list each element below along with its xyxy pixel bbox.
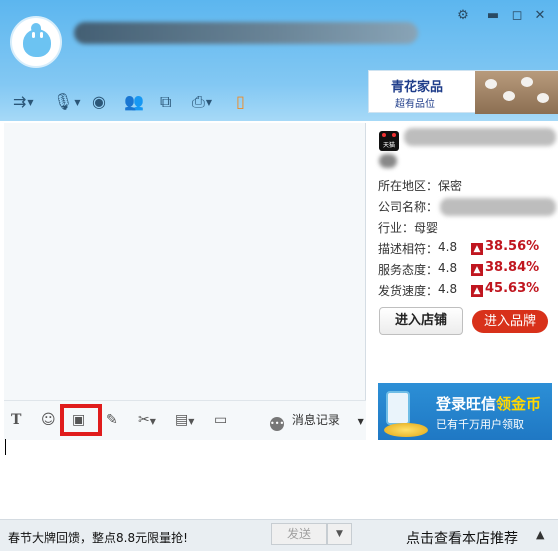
contact-avatar[interactable]	[10, 16, 62, 68]
wangxin-title-prefix: 登录旺信	[436, 395, 497, 413]
gold-coins-icon	[384, 423, 428, 437]
phone-icon	[386, 391, 410, 425]
text-cursor	[5, 439, 6, 455]
wangxin-title-highlight: 领金币	[496, 395, 542, 413]
wangxin-promo-banner[interactable]: 登录旺信领金币 已有千万用户领取	[378, 383, 552, 440]
edit-icon[interactable]: ✎	[106, 410, 118, 430]
message-record-label: 消息记录	[291, 413, 340, 427]
share-screen-icon[interactable]: ⧉	[160, 92, 171, 112]
rating-percent: 38.56%	[485, 239, 540, 254]
mascot-eye	[32, 32, 35, 38]
keyboard-icon[interactable]: ▤▼	[175, 410, 194, 430]
transfer-file-icon[interactable]: ⇉▼	[13, 92, 34, 112]
mascot-eye	[40, 32, 43, 38]
enter-store-button[interactable]: 进入店铺	[379, 307, 463, 335]
promo-link[interactable]: 春节大牌回馈，整点8.8元限量抢!	[8, 529, 188, 546]
wangwang-mascot-icon	[23, 23, 51, 57]
store-recommend-link[interactable]: 点击查看本店推荐	[406, 528, 518, 548]
arrow-up-icon: ▲	[471, 264, 483, 276]
ad-title: 青花家品	[391, 80, 444, 95]
location-row: 所在地区：保密	[378, 177, 462, 194]
gear-icon[interactable]: ⚙	[455, 8, 471, 24]
chevron-down-icon[interactable]: ▼	[27, 98, 33, 107]
rating-label: 发货速度：	[378, 284, 439, 298]
industry-row: 行业：母婴	[378, 219, 438, 236]
rating-score: 4.8	[438, 240, 458, 254]
rating-label: 描述相符：	[378, 242, 439, 256]
rating-percent: 45.63%	[485, 281, 540, 296]
industry-label: 行业：	[378, 221, 415, 235]
rating-label: 服务态度：	[378, 263, 439, 277]
contact-name-redacted	[74, 22, 418, 44]
arrow-up-icon: ▲	[471, 285, 483, 297]
shop-name-redacted	[404, 128, 556, 146]
enter-brand-button[interactable]: 进入品牌	[472, 310, 548, 333]
chevron-down-icon[interactable]: ▼	[206, 98, 212, 107]
wangxin-subtitle: 已有千万用户领取	[436, 418, 524, 431]
tmall-icon: 天猫	[379, 131, 399, 151]
company-row: 公司名称：	[378, 198, 438, 215]
chevron-down-icon[interactable]: ▼	[358, 417, 364, 426]
rating-score: 4.8	[438, 282, 458, 296]
ad-banner[interactable]: 青花家品 超有品位	[368, 70, 558, 114]
message-record-button[interactable]: ••• 消息记录 ▼	[270, 411, 364, 431]
rating-row-description: 描述相符： 4.8 ▲ 38.56%	[378, 239, 539, 257]
rating-row-service: 服务态度： 4.8 ▲ 38.84%	[378, 260, 539, 278]
message-history[interactable]	[4, 123, 366, 400]
ad-product-image	[475, 71, 558, 114]
emoji-icon[interactable]: ☺	[41, 410, 56, 430]
send-button[interactable]: 发送	[271, 523, 327, 545]
location-value: 保密	[438, 179, 463, 193]
rating-percent: 38.84%	[485, 260, 540, 275]
company-label: 公司名称：	[378, 200, 439, 214]
company-name-redacted	[440, 198, 556, 216]
chat-bubble-icon: •••	[270, 417, 284, 431]
location-label: 所在地区：	[378, 179, 439, 193]
shop-badge-redacted	[379, 154, 397, 168]
arrow-up-icon: ▲	[471, 243, 483, 255]
font-icon[interactable]: T	[11, 410, 21, 430]
message-input[interactable]	[4, 440, 366, 519]
contacts-icon[interactable]: 👥	[124, 92, 144, 112]
rating-score: 4.8	[438, 261, 458, 275]
chevron-up-icon[interactable]: ▲	[536, 528, 544, 541]
wangxin-title: 登录旺信领金币	[436, 393, 541, 414]
ad-subtitle: 超有品位	[395, 99, 435, 110]
video-icon[interactable]: ◉	[92, 92, 106, 112]
industry-value: 母婴	[414, 221, 439, 235]
close-icon[interactable]: ✕	[532, 8, 548, 24]
microphone-icon[interactable]: 🎙▼	[53, 92, 80, 112]
minimize-icon[interactable]: ▬	[485, 8, 501, 24]
chevron-down-icon[interactable]: ▼	[74, 98, 80, 107]
scissors-icon[interactable]: ✂▼	[138, 410, 156, 430]
mobile-icon[interactable]: ▯	[236, 92, 245, 112]
send-options-chevron-down-icon[interactable]: ▼	[327, 523, 352, 545]
highlight-box	[60, 404, 102, 436]
remote-assist-icon[interactable]: ⎙▼	[192, 92, 212, 112]
screen-icon[interactable]: ▭	[214, 410, 227, 430]
rating-row-shipping: 发货速度： 4.8 ▲ 45.63%	[378, 281, 539, 299]
maximize-icon[interactable]: ◻	[509, 8, 525, 24]
